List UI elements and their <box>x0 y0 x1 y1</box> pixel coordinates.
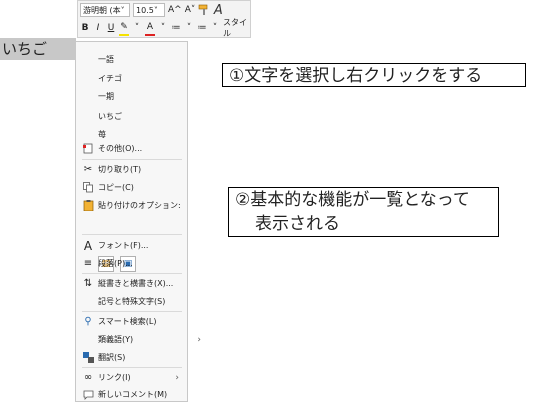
numbering-button[interactable]: ≔ <box>197 21 207 35</box>
menu-item-copy[interactable]: コピー(C) <box>76 179 187 196</box>
font-icon: A <box>83 238 93 253</box>
translate-icon <box>82 352 94 364</box>
menu-item-symbols[interactable]: 記号と特殊文字(S) <box>76 293 209 310</box>
menu-divider <box>82 273 182 274</box>
dictionary-icon <box>82 143 94 155</box>
menu-item-cut[interactable]: ✂ 切り取り(T) <box>76 161 187 178</box>
bullets-button[interactable]: ≔ <box>171 21 181 35</box>
chevron-down-icon: ˅ <box>120 5 125 15</box>
menu-item-vertical-horizontal[interactable]: ⇅ 縦書きと横書き(X)... <box>76 275 187 292</box>
menu-label: 貼り付けのオプション: <box>98 201 181 210</box>
suggestion-item[interactable]: いちご <box>76 108 209 125</box>
menu-item-font[interactable]: A フォント(F)... <box>76 237 187 254</box>
shrink-font-button[interactable]: A˅ <box>185 3 196 17</box>
suggestion-label: イチゴ <box>98 74 122 83</box>
suggestion-item[interactable]: 一期 <box>76 88 209 105</box>
menu-item-smart-lookup[interactable]: ⚲ スマート検索(L) <box>76 313 187 330</box>
menu-divider <box>82 234 182 235</box>
chevron-down-icon: ˅ <box>153 5 158 15</box>
text-direction-icon: ⇅ <box>83 278 93 289</box>
clipboard-icon <box>82 200 94 212</box>
menu-item-link[interactable]: ∞ リンク(I) › <box>76 369 187 386</box>
menu-item-paragraph[interactable]: ≡ 段落(P)... <box>76 255 187 272</box>
menu-divider <box>82 367 182 368</box>
menu-label: 翻訳(S) <box>98 353 126 362</box>
menu-label: 切り取り(T) <box>98 165 142 174</box>
scissors-icon: ✂ <box>83 164 93 175</box>
paragraph-icon: ≡ <box>83 258 93 269</box>
link-icon: ∞ <box>83 372 93 383</box>
chevron-right-icon: › <box>175 372 179 383</box>
menu-label: 段落(P)... <box>98 259 133 268</box>
suggestion-label: 苺 <box>98 130 106 139</box>
suggestion-item[interactable]: 一語 <box>76 51 209 68</box>
chevron-down-icon[interactable]: ˅ <box>132 21 142 35</box>
chevron-right-icon: › <box>197 334 201 345</box>
chevron-down-icon[interactable]: ˅ <box>158 21 168 35</box>
callout-step-2-line1: ②基本的な機能が一覧となって <box>235 190 470 210</box>
chevron-down-icon[interactable]: ˅ <box>184 21 194 35</box>
suggestion-label: 一期 <box>98 92 114 101</box>
menu-divider <box>82 159 182 160</box>
menu-label: フォント(F)... <box>98 241 149 250</box>
callout-step-2: ②基本的な機能が一覧となって 表示される <box>228 187 499 237</box>
bold-button[interactable]: B <box>80 21 90 35</box>
search-icon: ⚲ <box>84 316 92 327</box>
copy-icon <box>82 182 94 194</box>
context-menu: 一語 イチゴ 一期 いちご 苺 その他(O)... ✂ 切り取り(T) コピー(… <box>75 41 201 403</box>
highlighter-icon: ✎ <box>120 22 128 32</box>
highlight-button[interactable]: ✎ <box>119 20 129 36</box>
menu-label: 類義語(Y) <box>98 335 134 344</box>
font-size-select[interactable]: 10.5 ˅ <box>133 3 165 17</box>
menu-label: その他(O)... <box>98 144 143 153</box>
menu-item-synonyms[interactable]: 類義語(Y) › <box>76 331 209 348</box>
selected-document-text[interactable]: いちご <box>0 38 76 60</box>
menu-label: 記号と特殊文字(S) <box>98 297 166 306</box>
menu-label: 縦書きと横書き(X)... <box>98 279 174 288</box>
format-painter-icon[interactable] <box>198 3 210 17</box>
grow-font-button[interactable]: A^ <box>168 3 182 17</box>
font-size-value: 10.5 <box>136 5 154 15</box>
menu-label: スマート検索(L) <box>98 317 157 326</box>
suggestion-label: 一語 <box>98 55 114 64</box>
menu-item-other[interactable]: その他(O)... <box>76 140 187 157</box>
font-name-value: 游明朝 (本 <box>83 5 121 15</box>
underline-button[interactable]: U <box>106 21 116 35</box>
italic-button[interactable]: I <box>93 21 103 35</box>
suggestion-item[interactable]: イチゴ <box>76 70 209 87</box>
menu-label: 新しいコメント(M) <box>98 390 168 399</box>
font-color-button[interactable]: A <box>145 20 155 36</box>
menu-label: コピー(C) <box>98 183 134 192</box>
suggestion-label: いちご <box>98 112 122 121</box>
comment-icon <box>82 389 94 401</box>
chevron-down-icon[interactable]: ˅ <box>210 21 220 35</box>
menu-label: リンク(I) <box>98 373 131 382</box>
callout-step-2-line2: 表示される <box>255 214 340 234</box>
menu-item-translate[interactable]: 翻訳(S) <box>76 349 187 366</box>
mini-toolbar: 游明朝 (本 ˅ 10.5 ˅ A^ A˅ A B I U ✎ ˅ A ˅ ≔ ˅ … <box>77 0 251 38</box>
menu-divider <box>82 311 182 312</box>
menu-item-paste-options: 貼り付けのオプション: <box>76 197 187 214</box>
callout-step-1: ①文字を選択し右クリックをする <box>222 63 526 87</box>
styles-icon[interactable]: A <box>213 3 223 18</box>
menu-item-new-comment[interactable]: 新しいコメント(M) <box>76 386 187 403</box>
styles-button[interactable]: スタイル <box>223 18 250 38</box>
font-name-select[interactable]: 游明朝 (本 ˅ <box>80 3 130 17</box>
